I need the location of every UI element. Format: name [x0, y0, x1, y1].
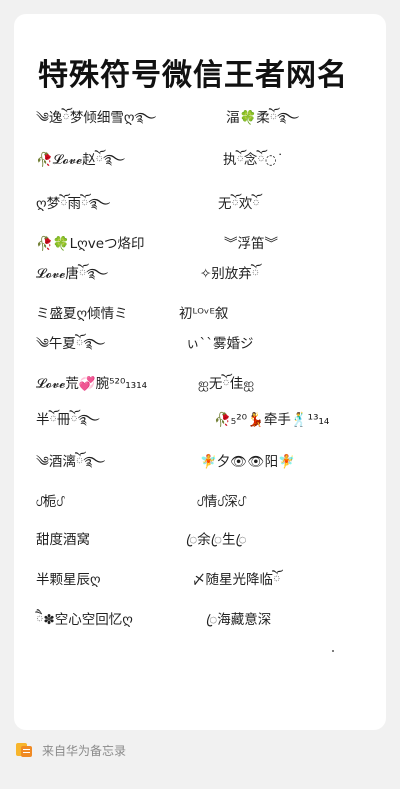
name-item: ཻ✽空心空回忆ღ: [36, 612, 133, 628]
name-item: 半颗星辰ღ: [36, 572, 101, 588]
name-item: 𝓛𝓸𝓿𝓮荒💞腕⁵²⁰₁₃₁₄: [36, 376, 148, 392]
name-item: 🥀₅²⁰💃牵手🕺¹³₁₄: [214, 412, 330, 428]
note-title: 特殊符号微信王者网名: [38, 58, 348, 93]
name-item: ༄午夏ོ࿐: [36, 336, 106, 352]
name-item: ぃ``雾婚ジ: [186, 336, 254, 352]
name-item: 甜度酒窝: [36, 532, 90, 548]
name-item: 初ᴸᴼᵛᴱ叙: [179, 306, 229, 322]
name-item: ✧别放弃ོ: [200, 266, 260, 282]
name-item: 湢🍀柔ོ࿐: [226, 110, 300, 126]
name-item: 半ོ冊ོ࿐: [36, 412, 100, 428]
source-label: 来自华为备忘录: [42, 743, 127, 758]
name-item: ꦿ余ꦿ生ꦿ: [186, 532, 247, 548]
note-source-footer: 来自华为备忘录: [16, 740, 126, 760]
name-item: ༄逸ོ梦倾细雪ღ࿐: [36, 110, 157, 126]
name-item: 无ོ欢ོ: [218, 196, 260, 212]
name-item: 🥀𝓛𝓸𝓿𝓮赵ོ࿐: [36, 152, 125, 168]
name-item: ᦔ情ᦔ深ᦔ: [197, 494, 245, 510]
memo-app-icon: [16, 743, 32, 757]
name-item: ༄酒漓ོ࿐: [36, 454, 106, 470]
name-item: 𝓛𝓸𝓿𝓮唐ོ࿐: [36, 266, 109, 282]
name-item: 🧚夕👁👁阳🧚: [200, 454, 295, 470]
note-card: 特殊符号微信王者网名 ༄逸ོ梦倾细雪ღ࿐ 湢🍀柔ོ࿐ 🥀𝓛𝓸𝓿𝓮赵ོ࿐ 执ོ念ོ…: [14, 14, 386, 730]
name-item: 执ོ念ོ◌ ͘: [223, 152, 281, 168]
stray-dot: [332, 650, 334, 652]
name-item: ஐ无ོ佳ஐ: [198, 376, 255, 392]
name-item: 〆随星光降临ོ: [192, 572, 281, 588]
name-item: 🥀🍀Lღveつ烙印: [36, 236, 145, 252]
name-item: ღ梦ོ雨ོ࿐: [36, 196, 111, 212]
name-item: ᦔ栀ᦔ: [36, 494, 64, 510]
name-item: ︾浮笛︾: [224, 236, 278, 252]
name-item: ミ盛夏ღ倾情ミ: [36, 306, 128, 322]
name-item: ꦿ海藏意深: [206, 612, 272, 628]
